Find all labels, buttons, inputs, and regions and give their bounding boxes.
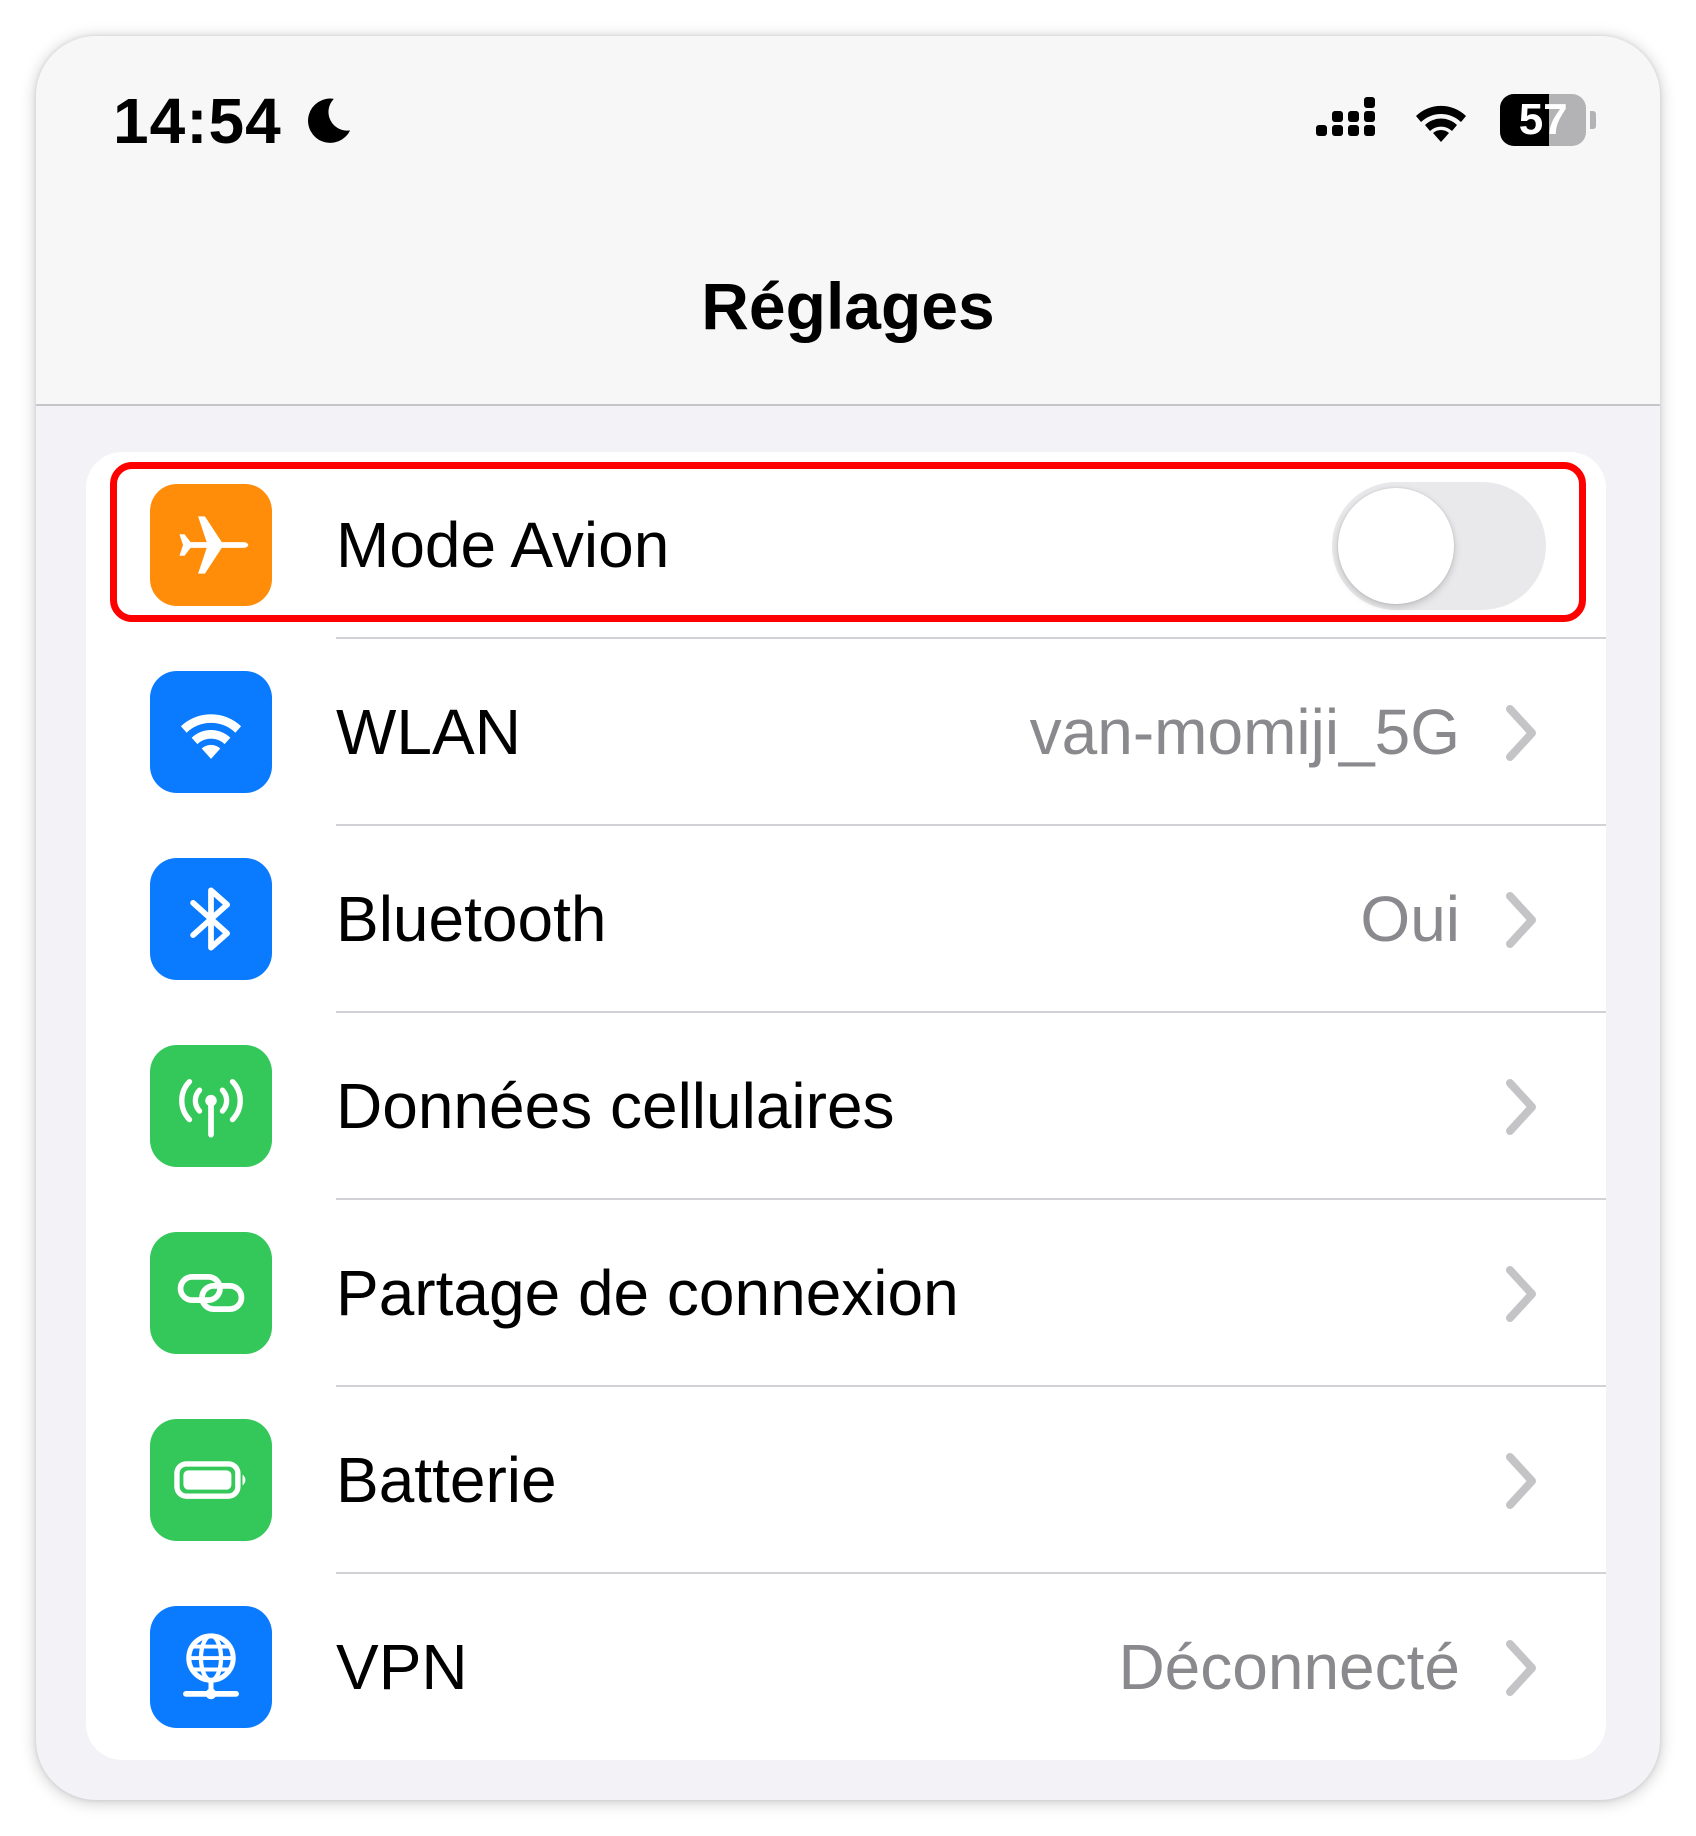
settings-row-label: Batterie <box>336 1444 557 1516</box>
settings-row-value: van-momiji_5G <box>1029 696 1460 768</box>
time-text: 14:54 <box>113 85 282 157</box>
settings-row-battery[interactable]: Batterie <box>86 1387 1606 1574</box>
link-icon <box>150 1232 272 1354</box>
moon-icon <box>307 98 350 143</box>
settings-row-vpn[interactable]: VPN Déconnecté <box>86 1574 1606 1760</box>
battery-indicator: 57 <box>1500 94 1596 146</box>
battery-icon <box>150 1419 272 1541</box>
page-title: Réglages <box>701 269 995 343</box>
settings-group: Mode Avion WLAN van-momiji_5G Bluetooth … <box>86 452 1606 1760</box>
toggle-knob <box>1338 488 1454 604</box>
chevron-right-icon <box>1506 1453 1536 1509</box>
settings-row-value: Oui <box>1360 883 1460 955</box>
settings-row-bluetooth[interactable]: Bluetooth Oui <box>86 826 1606 1013</box>
settings-row-label: WLAN <box>336 696 521 768</box>
wifi-icon <box>150 671 272 793</box>
status-bar-time: 14:54 <box>113 84 356 158</box>
settings-row-label: VPN <box>336 1631 468 1703</box>
airplane-mode-toggle[interactable] <box>1332 482 1546 610</box>
status-bar-indicators: 57 <box>1316 94 1596 146</box>
chevron-right-icon <box>1506 1079 1536 1135</box>
settings-row-cellular-data[interactable]: Données cellulaires <box>86 1013 1606 1200</box>
settings-row-wlan[interactable]: WLAN van-momiji_5G <box>86 639 1606 826</box>
chevron-right-icon <box>1506 1266 1536 1322</box>
settings-row-label: Bluetooth <box>336 883 607 955</box>
navigation-header: 14:54 57 Réglages <box>36 36 1660 406</box>
chevron-right-icon <box>1506 892 1536 948</box>
settings-row-label: Mode Avion <box>336 509 670 581</box>
settings-row-value: Déconnecté <box>1118 1631 1460 1703</box>
settings-row-label: Données cellulaires <box>336 1070 895 1142</box>
phone-screen: 14:54 57 Réglages Mode Avion WLAN van-mo… <box>36 36 1660 1800</box>
chevron-right-icon <box>1506 1640 1536 1696</box>
bluetooth-icon <box>150 858 272 980</box>
cellular-signal-icon <box>1316 97 1375 136</box>
settings-row-airplane-mode[interactable]: Mode Avion <box>86 452 1606 639</box>
chevron-right-icon <box>1506 705 1536 761</box>
globe-network-icon <box>150 1606 272 1728</box>
settings-row-personal-hotspot[interactable]: Partage de connexion <box>86 1200 1606 1387</box>
battery-percentage: 57 <box>1518 95 1568 144</box>
wifi-icon <box>1416 105 1466 142</box>
airplane-icon <box>150 484 272 606</box>
cellular-antenna-icon <box>150 1045 272 1167</box>
settings-row-label: Partage de connexion <box>336 1257 959 1329</box>
